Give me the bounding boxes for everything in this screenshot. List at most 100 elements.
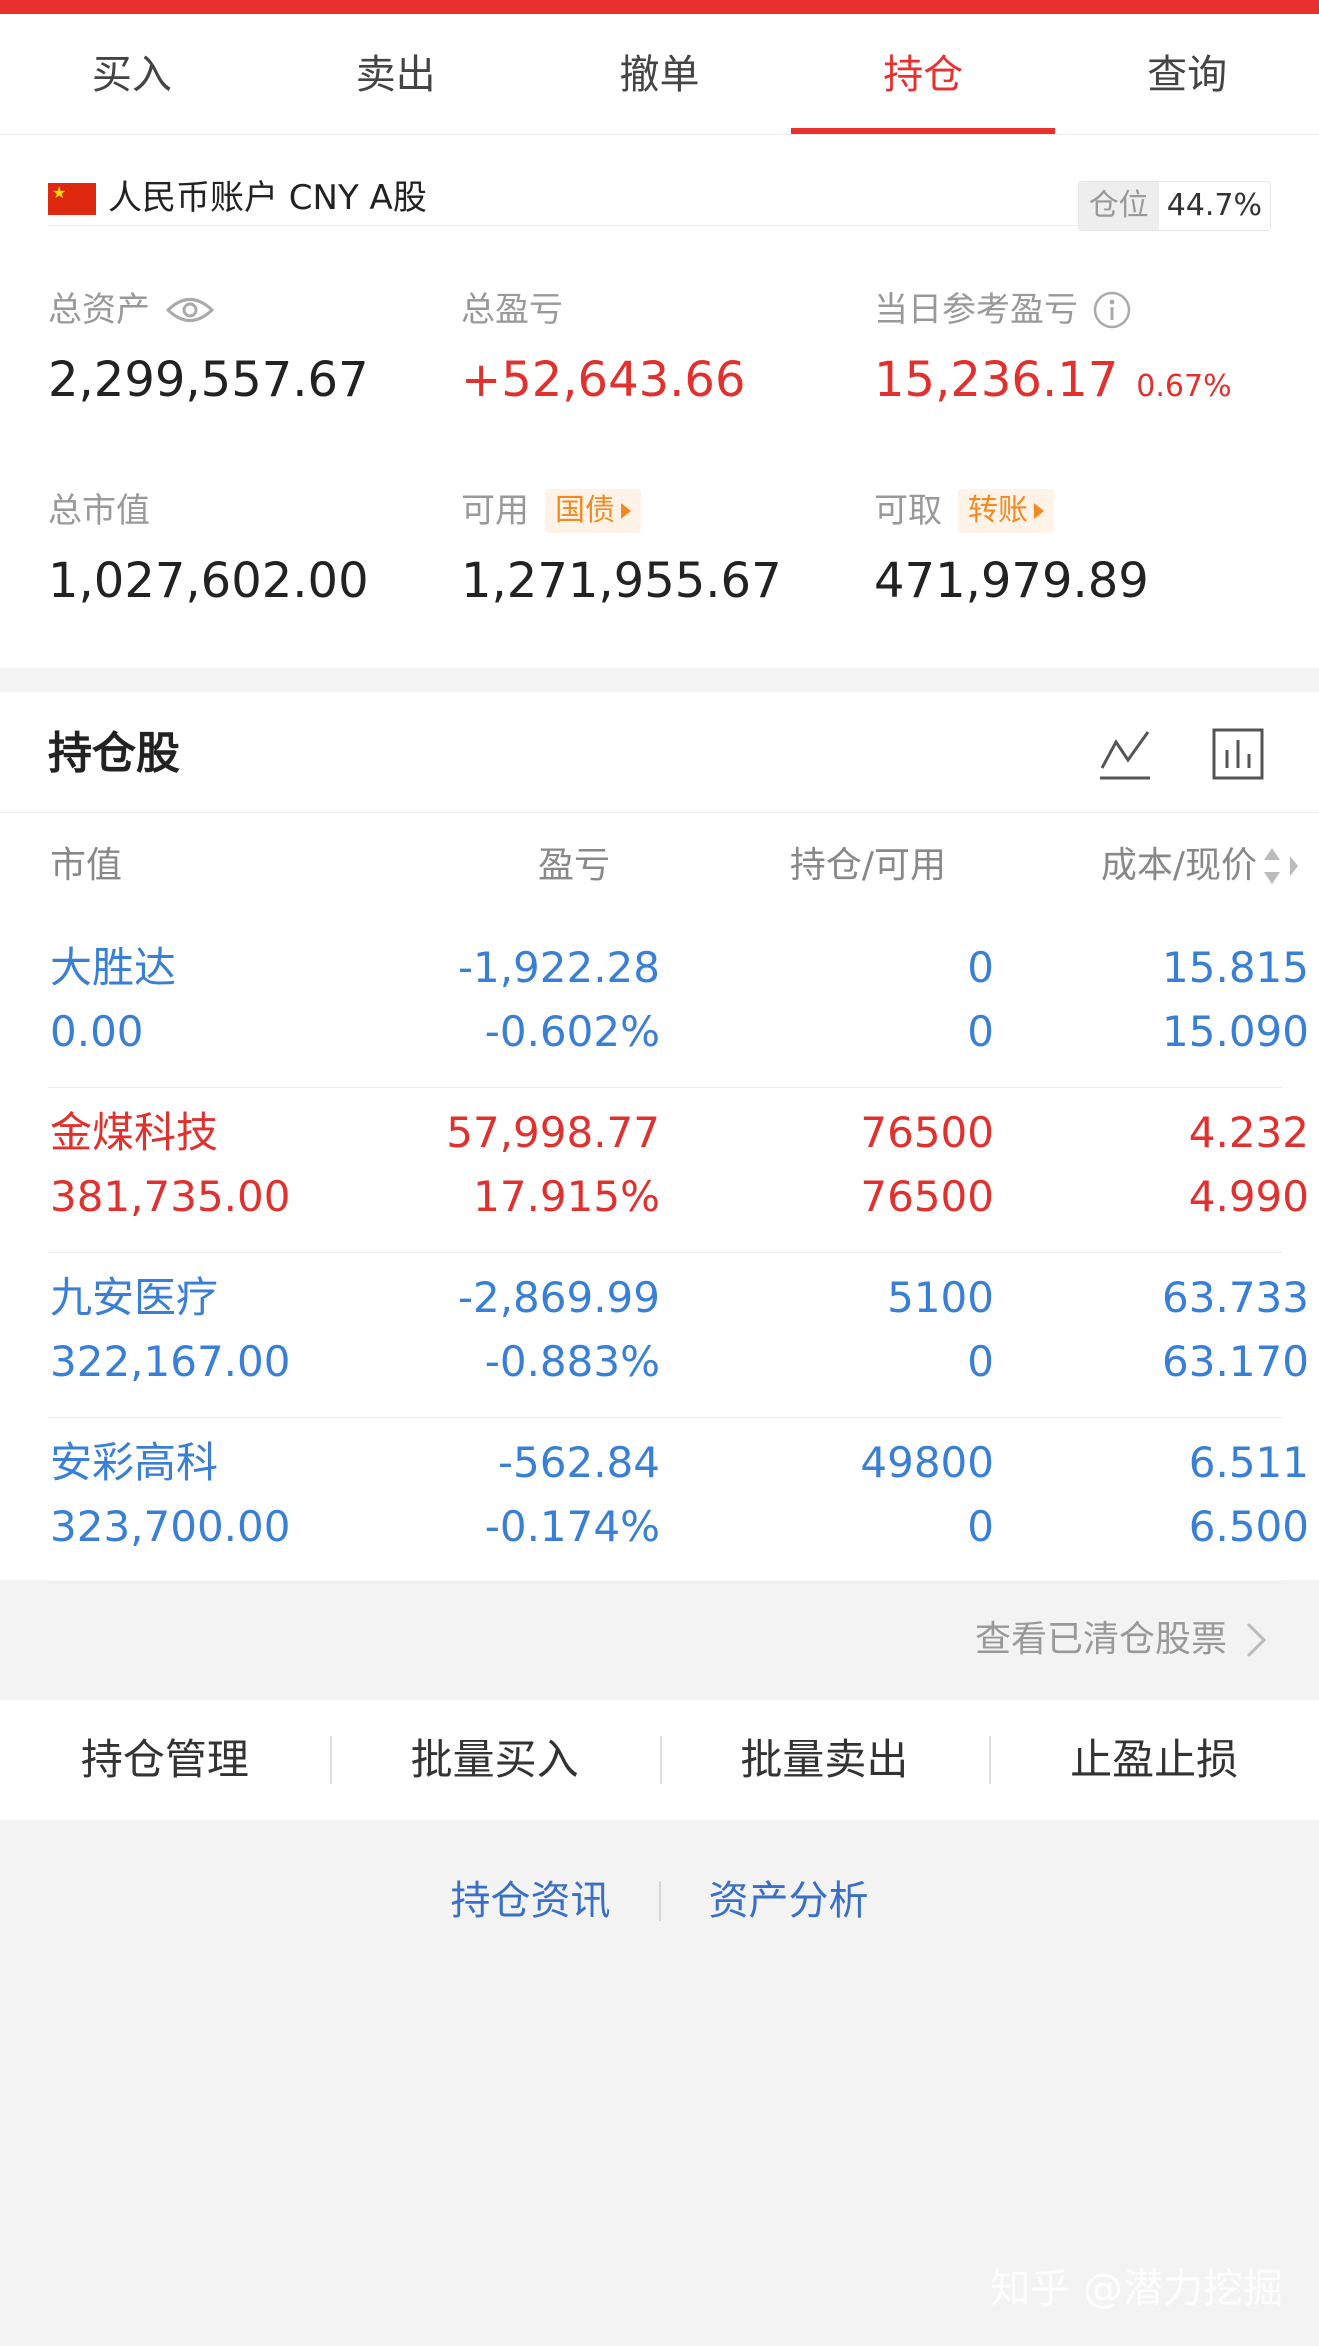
bar-chart-icon[interactable] [1212, 728, 1264, 780]
column-position: 持仓/可用 [789, 845, 946, 886]
stock-position: 76500 [860, 1108, 994, 1157]
stock-available: 76500 [860, 1172, 994, 1221]
daily-pnl-percent: 0.67% [1136, 369, 1232, 404]
available-label: 可用 [461, 491, 529, 531]
holdings-title: 持仓股 [48, 728, 180, 779]
view-cleared-stocks-label: 查看已清仓股票 [974, 1619, 1227, 1660]
watermark-text: 知乎 @潜力挖掘 [990, 2266, 1283, 2312]
table-row[interactable]: 大胜达 0.00 -1,922.28 -0.602% 0 0 15.815 15… [48, 922, 1309, 1088]
table-row[interactable]: 九安医疗 322,167.00 -2,869.99 -0.883% 5100 0… [48, 1252, 1309, 1418]
stock-market-value: 381,735.00 [50, 1172, 291, 1221]
total-pnl-value: +52,643.66 [461, 352, 746, 408]
daily-pnl-label: 当日参考盈亏 [874, 290, 1078, 330]
withdrawable-label: 可取 [874, 491, 942, 531]
stock-price: 4.990 [1188, 1172, 1309, 1221]
market-value-value: 1,027,602.00 [48, 553, 369, 609]
stock-price: 6.500 [1188, 1502, 1309, 1551]
treasury-bond-tag-label: 国债 [555, 493, 615, 528]
stat-market-value: 总市值 1,027,602.00 [48, 491, 369, 609]
stock-position: 0 [967, 943, 994, 992]
stock-pnl-percent: 17.915% [473, 1172, 660, 1221]
sort-icon[interactable] [1262, 844, 1302, 888]
stock-pnl-percent: -0.602% [484, 1007, 660, 1056]
stat-available: 可用 国债 1,271,955.67 [461, 489, 782, 609]
account-selector[interactable]: ★ 人民币账户 CNY A股 仓位 44.7% [48, 155, 1271, 231]
stock-name: 大胜达 [50, 943, 177, 992]
holdings-news-link[interactable]: 持仓资讯 [451, 1866, 611, 1936]
stock-pnl-percent: -0.174% [484, 1502, 660, 1551]
stock-cost: 63.733 [1162, 1273, 1309, 1322]
stock-cost: 15.815 [1162, 943, 1309, 992]
stock-available: 0 [967, 1337, 994, 1386]
holdings-panel: 持仓股 市值 盈亏 持仓/可用 成本/现价 大胜达 0.00 -1,922.28… [0, 692, 1319, 1583]
stock-pnl: -2,869.99 [457, 1273, 660, 1322]
arrow-right-icon [1034, 503, 1044, 519]
stock-pnl: -562.84 [497, 1438, 660, 1487]
table-row[interactable]: 安彩高科 323,700.00 -562.84 -0.174% 49800 0 … [48, 1417, 1309, 1583]
stock-name: 金煤科技 [50, 1108, 219, 1157]
column-cost-price[interactable]: 成本/现价 [1101, 842, 1257, 890]
stock-market-value: 0.00 [50, 1007, 144, 1056]
stock-pnl-percent: -0.883% [484, 1337, 660, 1386]
position-ratio-badge: 仓位 44.7% [1077, 181, 1271, 231]
column-market-value: 市值 [50, 845, 123, 886]
stock-position: 5100 [887, 1273, 994, 1322]
stock-cost: 6.511 [1188, 1438, 1309, 1487]
tab-positions[interactable]: 持仓 [791, 14, 1055, 134]
holdings-action-bar: 持仓管理 批量买入 批量卖出 止盈止损 [0, 1700, 1319, 1820]
account-summary: ★ 人民币账户 CNY A股 仓位 44.7% 总资产 2,299,557.67… [0, 135, 1319, 668]
stock-name: 安彩高科 [50, 1438, 219, 1487]
daily-pnl-value: 15,236.17 [874, 352, 1119, 408]
info-icon[interactable] [1092, 290, 1132, 330]
stat-total-assets: 总资产 2,299,557.67 [48, 290, 369, 408]
stat-withdrawable: 可取 转账 471,979.89 [874, 489, 1149, 609]
arrow-right-icon [621, 503, 631, 519]
transfer-tag[interactable]: 转账 [958, 489, 1054, 533]
tab-cancel[interactable]: 撤单 [528, 14, 792, 134]
position-label: 仓位 [1078, 182, 1159, 230]
total-pnl-label: 总盈亏 [461, 290, 563, 330]
total-assets-label: 总资产 [48, 290, 150, 330]
treasury-bond-tag[interactable]: 国债 [545, 489, 641, 533]
stock-price: 63.170 [1162, 1337, 1309, 1386]
stock-position: 49800 [860, 1438, 994, 1487]
batch-buy-button[interactable]: 批量买入 [329, 1700, 660, 1820]
stat-daily-pnl: 当日参考盈亏 15,236.17 0.67% [874, 290, 1232, 415]
available-value: 1,271,955.67 [461, 553, 782, 609]
chevron-right-icon [1246, 1622, 1267, 1658]
market-value-label: 总市值 [48, 491, 150, 531]
stock-market-value: 322,167.00 [50, 1337, 291, 1386]
stock-pnl: -1,922.28 [457, 943, 660, 992]
top-status-bar [0, 0, 1319, 14]
stock-cost: 4.232 [1188, 1108, 1309, 1157]
bottom-links: 持仓资讯 资产分析 [0, 1866, 1319, 1936]
stock-price: 15.090 [1162, 1007, 1309, 1056]
stock-market-value: 323,700.00 [50, 1502, 291, 1551]
line-chart-icon[interactable] [1098, 728, 1152, 782]
batch-sell-button[interactable]: 批量卖出 [659, 1700, 990, 1820]
stock-available: 0 [967, 1502, 994, 1551]
asset-analysis-link[interactable]: 资产分析 [709, 1866, 869, 1936]
total-assets-value: 2,299,557.67 [48, 352, 369, 408]
withdrawable-value: 471,979.89 [874, 553, 1149, 609]
tab-sell[interactable]: 卖出 [264, 14, 528, 134]
china-flag-icon: ★ [48, 183, 96, 215]
tab-query[interactable]: 查询 [1055, 14, 1319, 134]
trade-tabs: 买入 卖出 撤单 持仓 查询 [0, 14, 1319, 135]
stock-name: 九安医疗 [50, 1273, 219, 1322]
position-value: 44.7% [1158, 182, 1270, 230]
tab-buy[interactable]: 买入 [0, 14, 264, 134]
transfer-tag-label: 转账 [968, 493, 1028, 528]
account-name: 人民币账户 CNY A股 [108, 178, 427, 218]
table-row[interactable]: 金煤科技 381,735.00 57,998.77 17.915% 76500 … [48, 1087, 1309, 1253]
view-cleared-stocks-link[interactable]: 查看已清仓股票 [975, 1614, 1267, 1666]
stock-available: 0 [967, 1007, 994, 1056]
position-management-button[interactable]: 持仓管理 [0, 1700, 330, 1820]
eye-icon[interactable] [166, 295, 214, 325]
stock-pnl: 57,998.77 [446, 1108, 660, 1157]
link-divider [658, 1881, 661, 1921]
stop-profit-loss-button[interactable]: 止盈止损 [989, 1700, 1319, 1820]
column-pnl: 盈亏 [537, 845, 610, 886]
holdings-header: 持仓股 [0, 692, 1319, 813]
stat-total-pnl: 总盈亏 +52,643.66 [461, 290, 746, 408]
